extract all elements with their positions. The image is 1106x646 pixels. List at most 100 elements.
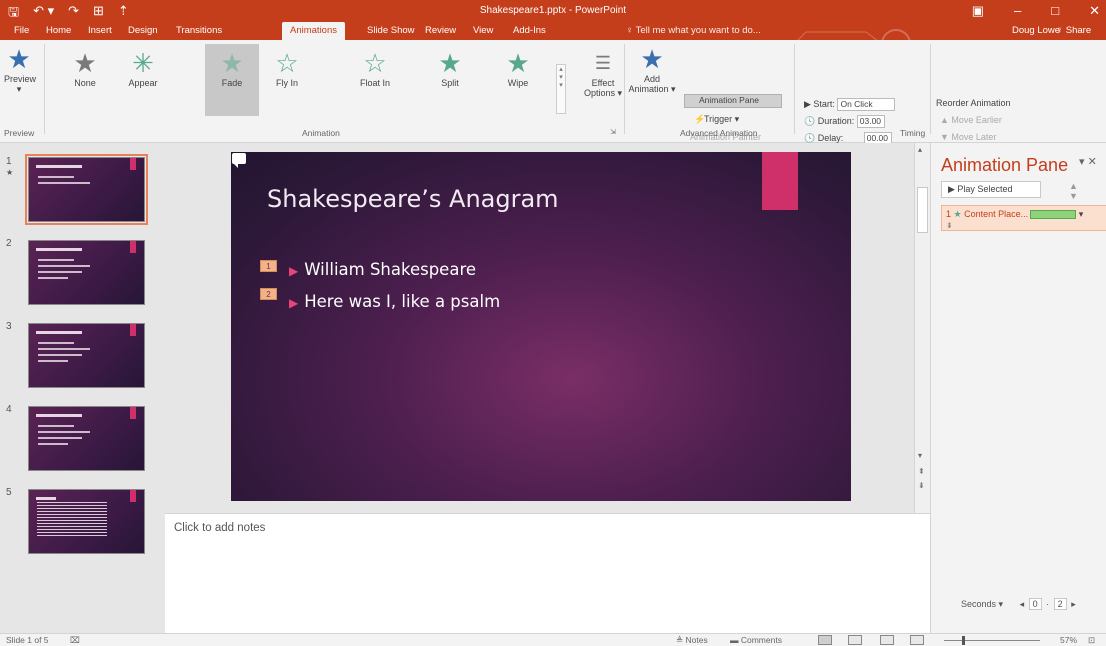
animation-star-icon: ★ (6, 168, 14, 177)
animation-order-tag[interactable]: 2 (260, 288, 277, 300)
animation-group-label: Animation (302, 128, 340, 138)
slide-thumbnail-5[interactable] (28, 489, 145, 554)
slide-show-view-icon[interactable] (910, 635, 924, 645)
seconds-timeline: Seconds ▾ ◂ 0 · 2 ▸ (961, 598, 1076, 610)
user-name[interactable]: Doug Lowe (1012, 25, 1060, 36)
animation-item-dropdown-icon[interactable]: ▾ (1079, 209, 1084, 219)
fit-to-window-icon[interactable]: ⊡ (1088, 635, 1095, 646)
tab-animations[interactable]: Animations (282, 22, 345, 40)
scrollbar-thumb[interactable] (917, 187, 928, 233)
duration-input[interactable]: 03.00 (856, 115, 885, 128)
animation-split-label: Split (441, 78, 459, 88)
zoom-level[interactable]: 57% (1060, 635, 1077, 645)
restore-icon[interactable]: □ (1051, 3, 1059, 19)
thumbnail-accent-bar (130, 158, 136, 170)
thumbnail-accent-bar (130, 241, 136, 253)
star-fly-in-icon: ☆ (275, 48, 299, 78)
timeline-left-icon[interactable]: ◂ (1020, 599, 1025, 609)
slide-canvas[interactable]: Shakespeare’s Anagram 1 ▶ William Shakesp… (231, 152, 851, 501)
timeline-end: 2 (1053, 598, 1067, 610)
move-earlier-button[interactable]: ▲ Move Earlier (940, 115, 1002, 125)
share-button[interactable]: ♀ Share (1056, 25, 1091, 36)
slide-thumbnail-2[interactable] (28, 240, 145, 305)
animation-appear-button[interactable]: ✳ Appear (118, 48, 168, 88)
pane-options-close-icon[interactable]: ▾ ✕ (1079, 155, 1097, 168)
animation-pane-title: Animation Pane (941, 155, 1069, 175)
animation-timing-bar[interactable] (1030, 210, 1077, 220)
notes-placeholder: Click to add notes (174, 522, 266, 534)
notes-pane[interactable]: Click to add notes (165, 513, 930, 633)
add-animation-button[interactable]: ★ Add Animation ▾ (626, 44, 678, 95)
reorder-animation-label: Reorder Animation (936, 98, 1011, 108)
tell-me-search[interactable]: ♀ Tell me what you want to do... (626, 25, 761, 36)
timeline-sep: · (1046, 599, 1050, 609)
animation-float-in-button[interactable]: ☆ Float In (350, 48, 400, 88)
thumbnail-text-block (37, 502, 107, 536)
tab-design[interactable]: Design (128, 25, 158, 36)
timeline-right-icon[interactable]: ▸ (1071, 599, 1076, 609)
scroll-down-icon[interactable]: ▾ (918, 451, 922, 460)
gallery-scroll[interactable]: ▴ ▾ ▾ (556, 64, 566, 114)
animation-split-button[interactable]: ★ Split (425, 48, 475, 88)
expand-contents-icon[interactable]: ⇟ (946, 221, 953, 230)
spelling-icon[interactable]: ⌧ (70, 635, 80, 646)
normal-view-icon[interactable] (818, 635, 832, 645)
previous-slide-icon[interactable]: ⇞ (918, 467, 925, 476)
slide-thumbnail-3[interactable] (28, 323, 145, 388)
slide-thumbnail-4[interactable] (28, 406, 145, 471)
trigger-button[interactable]: Trigger ▾ (704, 114, 739, 125)
star-none-icon: ★ (73, 48, 97, 78)
vertical-scrollbar[interactable]: ▴ ▾ ⇞ ⇟ (914, 143, 930, 513)
animation-fade-label: Fade (221, 78, 243, 88)
animation-none-label: None (74, 78, 96, 88)
slide-bullet[interactable]: ▶ Here was I, like a psalm (289, 292, 500, 311)
bullet-text: William Shakespeare (304, 260, 477, 279)
tab-insert[interactable]: Insert (88, 25, 112, 36)
preview-star-icon: ★ (7, 44, 31, 74)
tab-view[interactable]: View (473, 25, 493, 36)
tab-transitions[interactable]: Transitions (176, 25, 222, 36)
thumbnail-text-line (38, 431, 90, 433)
thumbnail-text-line (38, 443, 68, 445)
slide-bullet[interactable]: ▶ William Shakespeare (289, 260, 476, 279)
tab-file[interactable]: File (14, 25, 29, 36)
animation-list-item[interactable]: 1 ★ Content Place... ▾ ⇟ (941, 205, 1106, 231)
start-select[interactable]: On Click (837, 98, 896, 111)
move-later-button[interactable]: ▼ Move Later (940, 132, 996, 142)
animation-wipe-button[interactable]: ★ Wipe (493, 48, 543, 88)
notes-toggle[interactable]: ≜ Notes (676, 635, 708, 646)
seconds-dropdown[interactable]: Seconds ▾ (961, 599, 1003, 609)
thumbnail-text-line (38, 277, 68, 279)
animation-order-tag[interactable]: 1 (260, 260, 277, 272)
ribbon-display-options-icon[interactable]: ▣ (972, 3, 984, 19)
effect-options-button[interactable]: ☰ Effect Options ▾ (580, 48, 626, 99)
thumbnail-title-line (36, 414, 82, 417)
slide-thumbnail-1[interactable] (25, 154, 148, 225)
tab-add-ins[interactable]: Add-Ins (513, 25, 546, 36)
animation-wipe-label: Wipe (507, 78, 529, 88)
slide-sorter-view-icon[interactable] (848, 635, 862, 645)
tab-home[interactable]: Home (46, 25, 71, 36)
animation-pane-button[interactable]: Animation Pane (684, 94, 782, 108)
minimize-icon[interactable]: – (1014, 3, 1021, 19)
animation-fly-in-button[interactable]: ☆ Fly In (262, 48, 312, 88)
scroll-up-icon[interactable]: ▴ (918, 145, 922, 154)
reorder-arrows[interactable]: ▲ ▼ (1069, 181, 1106, 201)
play-selected-button[interactable]: ▶ Play Selected (941, 181, 1041, 198)
preview-button[interactable]: ★ Preview ▾ (4, 44, 36, 95)
tab-review[interactable]: Review (425, 25, 456, 36)
zoom-slider[interactable] (944, 640, 1040, 641)
animation-none-button[interactable]: ★ None (60, 48, 110, 88)
zoom-slider-thumb[interactable] (962, 636, 965, 645)
dialog-launcher-icon[interactable]: ⇲ (610, 128, 616, 136)
thumbnail-number: 3 (6, 321, 12, 332)
comment-icon[interactable] (232, 153, 246, 168)
animation-fade-button[interactable]: ★ Fade (205, 44, 259, 116)
next-slide-icon[interactable]: ⇟ (918, 481, 925, 490)
comments-toggle[interactable]: ▬ Comments (730, 635, 782, 645)
status-bar: Slide 1 of 5 ⌧ ≜ Notes ▬ Comments 57% ⊡ (0, 633, 1106, 646)
slide-title[interactable]: Shakespeare’s Anagram (267, 185, 559, 213)
close-icon[interactable]: ✕ (1089, 3, 1100, 19)
tab-slide-show[interactable]: Slide Show (367, 25, 415, 36)
reading-view-icon[interactable] (880, 635, 894, 645)
